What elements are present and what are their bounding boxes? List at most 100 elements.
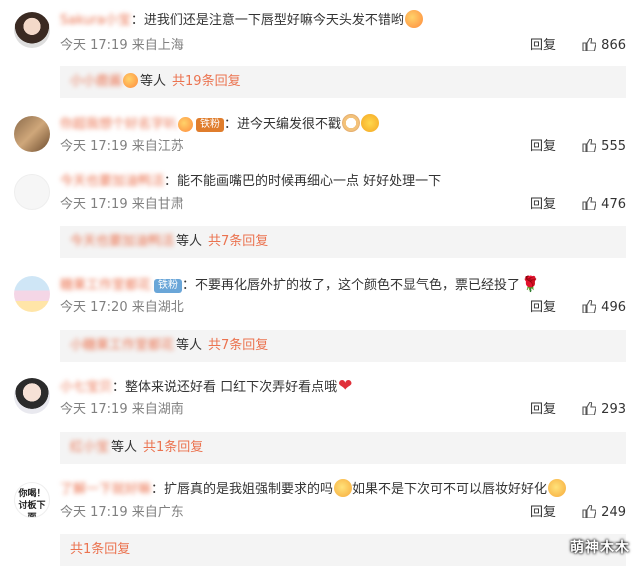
heart-emoji-icon: ❤ <box>338 376 353 396</box>
reply-etc: 等人 <box>140 74 167 89</box>
like-count: 496 <box>601 300 626 315</box>
thumb-up-icon <box>582 197 597 210</box>
comment-actions: 回复 866 <box>530 37 626 55</box>
reply-button[interactable]: 回复 <box>530 505 556 520</box>
reply-button[interactable]: 回复 <box>530 197 556 212</box>
reply-count-link[interactable]: 共19条回复 <box>172 74 241 89</box>
comment-text: ：不要再化唇外扩的妆了，这个颜色不显气色，票已经投了 <box>182 278 521 293</box>
reply-count-link[interactable]: 共7条回复 <box>208 338 268 353</box>
comment-text: ：能不能画嘴巴的时候再细心一点 好好处理一下 <box>164 174 442 189</box>
reply-usernames: 小小鹿酱 <box>70 74 123 89</box>
comment-meta: 今天 17:19 来自江苏 <box>60 138 184 156</box>
comment-body: 今天也要加油鸭活：能不能画嘴巴的时候再细心一点 好好处理一下 <box>60 172 441 192</box>
reply-etc: 等人 <box>176 338 203 353</box>
comment-actions: 回复 249 <box>530 504 626 522</box>
comment-text: ：进我们还是注意一下唇型好嘛今天头发不错哟 <box>130 13 404 28</box>
like-button[interactable]: 476 <box>582 197 626 212</box>
like-button[interactable]: 496 <box>582 300 626 315</box>
location: 来自甘肃 <box>131 197 184 212</box>
watermark: 萌神木木 <box>570 540 630 556</box>
replies-summary[interactable]: 红小宝 等人 共1条回复 <box>60 432 626 464</box>
comment-actions: 回复 496 <box>530 299 626 317</box>
replies-summary[interactable]: 小糖果工作室都花 等人 共7条回复 <box>60 330 626 362</box>
reply-button[interactable]: 回复 <box>530 139 556 154</box>
avatar[interactable] <box>14 12 50 48</box>
like-count: 555 <box>601 139 626 154</box>
location: 来自湖南 <box>131 402 184 417</box>
like-button[interactable]: 249 <box>582 505 626 520</box>
reply-usernames: 红小宝 <box>70 440 110 455</box>
reply-etc: 等人 <box>176 234 203 249</box>
replies-summary[interactable]: 今天也要加油鸭活 等人 共7条回复 <box>60 226 626 258</box>
like-button[interactable]: 866 <box>582 38 626 53</box>
username[interactable]: 今天也要加油鸭活 <box>60 174 164 189</box>
thumb-up-icon <box>582 139 597 152</box>
thumb-up-icon <box>582 505 597 518</box>
kiss-emoji-icon <box>334 479 353 497</box>
reply-button[interactable]: 回复 <box>530 38 556 53</box>
thumb-up-icon <box>582 38 597 51</box>
cat-emoji-icon <box>342 114 361 132</box>
comment-actions: 回复 293 <box>530 401 626 419</box>
comment-body: 小七宝贝：整体来说还好看 口红下次弄好看点哦❤ <box>60 376 352 398</box>
comment-text: ：扩唇真的是我姐强制要求的吗 <box>151 482 334 497</box>
username[interactable]: Sakura小宝 <box>60 13 131 28</box>
replies-summary[interactable]: 小小鹿酱 等人 共19条回复 <box>60 66 626 98</box>
comment-text: ：进今天编发很不戳 <box>224 117 342 132</box>
kiss-emoji-icon <box>548 479 567 497</box>
laugh-emoji-icon <box>361 114 380 132</box>
like-count: 476 <box>601 197 626 212</box>
thumb-up-icon <box>582 300 597 313</box>
comment-body: 你超我想个好名字叭 铁粉 ：进今天编发很不戳 <box>60 114 380 135</box>
thumb-up-icon <box>582 402 597 415</box>
timestamp: 今天 17:20 <box>60 300 128 315</box>
timestamp: 今天 17:19 <box>60 402 128 417</box>
reply-button[interactable]: 回复 <box>530 402 556 417</box>
location: 来自江苏 <box>131 139 184 154</box>
comment-body: 了解一下就好嘛：扩唇真的是我姐强制要求的吗 如果不是下次可不可以唇妆好好化 <box>60 479 567 500</box>
comment-actions: 回复 555 <box>530 138 626 156</box>
iron-fan-badge: 铁粉 <box>154 279 183 293</box>
comment-meta: 今天 17:19 来自上海 <box>60 37 184 55</box>
comment-body: Sakura小宝：进我们还是注意一下唇型好嘛今天头发不错哟 <box>60 10 423 31</box>
comment-text-continued: 如果不是下次可不可以唇妆好好化 <box>352 482 548 497</box>
like-count: 249 <box>601 505 626 520</box>
comment-meta: 今天 17:19 来自广东 <box>60 504 184 522</box>
avatar-text: 你喝！ 讨板下面 <box>18 489 46 518</box>
reply-etc: 等人 <box>111 440 138 455</box>
comment-actions: 回复 476 <box>530 196 626 214</box>
comment-body: 糖果工作室都花 铁粉 ：不要再化唇外扩的妆了，这个颜色不显气色，票已经投了🌹 <box>60 274 540 296</box>
fan-badge: 铁粉 <box>196 118 225 132</box>
reply-count-link[interactable]: 共1条回复 <box>143 440 203 455</box>
location: 来自上海 <box>131 38 184 53</box>
avatar[interactable] <box>14 276 50 312</box>
comment-meta: 今天 17:19 来自湖南 <box>60 401 184 419</box>
avatar[interactable] <box>14 378 50 414</box>
replies-summary[interactable]: 共1条回复 <box>60 534 626 566</box>
emoji-icon <box>178 117 194 132</box>
like-count: 866 <box>601 38 626 53</box>
avatar[interactable]: 你喝！ 讨板下面 <box>14 482 50 518</box>
username[interactable]: 了解一下就好嘛 <box>60 482 151 497</box>
reply-usernames: 小糖果工作室都花 <box>70 338 175 353</box>
comment-meta: 今天 17:19 来自甘肃 <box>60 196 184 214</box>
location: 来自广东 <box>131 505 184 520</box>
reply-button[interactable]: 回复 <box>530 300 556 315</box>
reply-count-link[interactable]: 共1条回复 <box>70 542 130 557</box>
rose-emoji-icon: 🌹 <box>521 275 540 293</box>
avatar[interactable] <box>14 174 50 210</box>
like-button[interactable]: 555 <box>582 139 626 154</box>
reply-count-link[interactable]: 共7条回复 <box>208 234 268 249</box>
like-count: 293 <box>601 402 626 417</box>
username[interactable]: 你超我想个好名字叭 <box>60 117 177 132</box>
username[interactable]: 糖果工作室都花 <box>60 278 151 293</box>
timestamp: 今天 17:19 <box>60 505 128 520</box>
emoji-icon <box>404 10 423 28</box>
like-button[interactable]: 293 <box>582 402 626 417</box>
emoji-icon <box>123 73 139 88</box>
username[interactable]: 小七宝贝 <box>60 380 112 395</box>
comment-text: ：整体来说还好看 口红下次弄好看点哦 <box>112 380 338 395</box>
timestamp: 今天 17:19 <box>60 197 128 212</box>
location: 来自湖北 <box>131 300 184 315</box>
avatar[interactable] <box>14 116 50 152</box>
